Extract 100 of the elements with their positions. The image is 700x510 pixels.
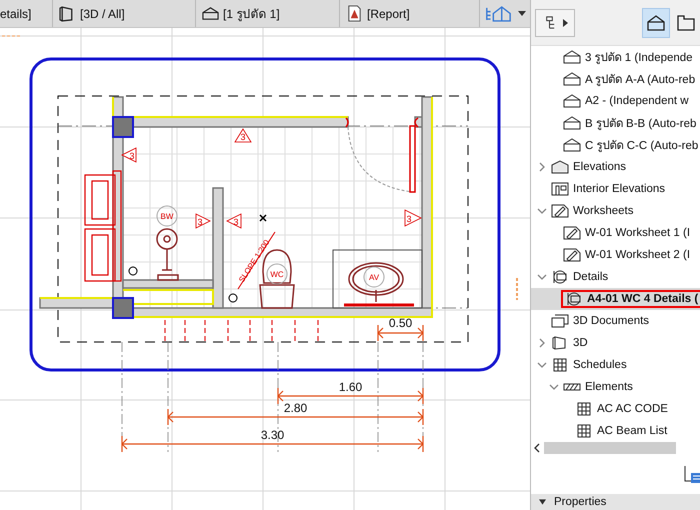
navigator-item[interactable]: 3D Documents	[531, 310, 700, 332]
dimension-value: 1.60	[338, 380, 362, 394]
caret-icon[interactable]	[518, 10, 526, 16]
item-label: 3D	[573, 337, 588, 349]
chevron-icon[interactable]	[537, 338, 547, 348]
navigator-item[interactable]: Interior Elevations	[531, 178, 700, 200]
item-label: C รูปตัด C-C (Auto-reb	[585, 139, 698, 154]
navigator-item[interactable]: Schedules	[531, 354, 700, 376]
item-label: AC AC CODE	[597, 403, 668, 415]
dimension-value: 3.30	[260, 428, 284, 442]
item-label: AC Beam List	[597, 425, 668, 437]
house-icon	[563, 94, 581, 108]
chevron-icon[interactable]	[549, 382, 559, 392]
interior-elevation-icon	[551, 182, 569, 196]
marker-label: 3	[198, 217, 202, 227]
marker-label: 3	[406, 214, 412, 224]
navigator-item[interactable]: AC AC CODE	[531, 398, 700, 420]
navigator-item[interactable]: B รูปตัด B-B (Auto-reb	[531, 112, 700, 134]
chevron-icon[interactable]	[537, 206, 547, 216]
detail-icon	[565, 292, 583, 306]
item-label: Elevations	[573, 161, 626, 173]
edge-marker-icon	[516, 278, 518, 300]
navigator-item[interactable]: 3D	[531, 332, 700, 354]
navigator-item[interactable]: 3 รูปตัด 1 (Independe	[531, 46, 700, 68]
dashed-tick	[164, 320, 166, 342]
view-tab[interactable]: etails]	[0, 0, 53, 27]
dimension-value: 2.80	[284, 401, 308, 415]
item-label: Details	[573, 271, 608, 283]
drain-icon	[128, 266, 138, 276]
marker-label: 3	[234, 217, 238, 227]
navigator-item[interactable]: A2 - (Independent w	[531, 90, 700, 112]
view-tab[interactable]: [3D / All]	[53, 0, 196, 27]
view-tab[interactable]: [1 รูปตัด 1]	[196, 0, 340, 27]
dimension-value: 0.50	[388, 316, 412, 330]
item-label: A2 - (Independent w	[585, 95, 689, 107]
dashed-tick	[204, 320, 206, 342]
caret-icon	[539, 499, 546, 505]
marker-label: 3	[130, 151, 134, 161]
report-icon	[346, 5, 363, 22]
house-icon	[646, 14, 666, 32]
pencil-sheet-icon	[563, 226, 581, 240]
navigator-item[interactable]: A รูปตัด A-A (Auto-reb	[531, 68, 700, 90]
grid-icon	[551, 358, 569, 372]
basin-drawing	[348, 262, 404, 302]
navigator-item[interactable]: C รูปตัด C-C (Auto-reb	[531, 134, 700, 156]
section-marker	[121, 147, 136, 163]
house-icon	[551, 160, 569, 174]
view-toggle-button[interactable]	[642, 8, 670, 38]
house-icon	[563, 138, 581, 152]
item-label: Worksheets	[573, 205, 634, 217]
item-label: Interior Elevations	[573, 183, 666, 195]
item-label: W-01 Worksheet 1 (I	[585, 227, 690, 239]
detail-icon	[551, 270, 569, 284]
house-icon	[202, 5, 219, 22]
navigator-item[interactable]: W-01 Worksheet 2 (I	[531, 244, 700, 266]
section-marker	[226, 213, 242, 229]
navigator-item[interactable]: W-01 Worksheet 1 (I	[531, 222, 700, 244]
column	[112, 116, 134, 138]
shower-drawing	[156, 228, 179, 281]
sheet-icon	[676, 14, 696, 32]
cube-sheet-icon	[551, 314, 569, 328]
navigator-item[interactable]: Worksheets	[531, 200, 700, 222]
pencil-sheet-icon	[563, 248, 581, 262]
tag-circle	[364, 266, 384, 288]
tree-menu-button[interactable]	[535, 8, 575, 36]
navigator-item[interactable]: Elements	[531, 376, 700, 398]
item-label: B รูปตัด B-B (Auto-reb	[585, 117, 696, 132]
cross-icon	[259, 214, 267, 222]
item-label: Schedules	[573, 359, 627, 371]
column	[112, 297, 134, 319]
window-list-icon[interactable]	[684, 464, 700, 484]
marker-label: 3	[240, 132, 246, 142]
navigator-item[interactable]: AC Beam List	[531, 420, 700, 442]
house-icon	[563, 116, 581, 130]
dashed-tick	[294, 320, 296, 342]
properties-header[interactable]: Properties	[531, 494, 700, 510]
chevron-icon[interactable]	[537, 162, 547, 172]
house-icon	[563, 72, 581, 86]
item-label: 3 รูปตัด 1 (Independe	[585, 51, 693, 66]
caret-icon	[563, 18, 568, 26]
grab-bar	[344, 304, 414, 306]
navigator-item[interactable]: Details	[531, 266, 700, 288]
item-label: 3D Documents	[573, 315, 650, 327]
grid-icon	[575, 402, 593, 416]
fixture-label: AV	[368, 273, 380, 282]
scrollbar-thumb[interactable]	[544, 442, 676, 454]
item-label: Elements	[585, 381, 633, 393]
item-label: A4-01 WC 4 Details (	[587, 293, 698, 305]
house-icon	[563, 50, 581, 64]
tree-house-icon[interactable]	[484, 4, 512, 23]
navigator-item[interactable]: Elevations	[531, 156, 700, 178]
item-label: A รูปตัด A-A (Auto-reb	[585, 73, 696, 88]
item-label: W-01 Worksheet 2 (I	[585, 249, 690, 261]
navigator-item[interactable]: A4-01 WC 4 Details (	[531, 288, 700, 310]
fixture-label: BW	[160, 212, 174, 221]
pencil-sheet-icon	[551, 204, 569, 218]
dashed-tick	[184, 320, 186, 342]
view-tab[interactable]: [Report]	[340, 0, 480, 27]
chevron-icon[interactable]	[537, 360, 547, 370]
chevron-icon[interactable]	[537, 272, 547, 282]
